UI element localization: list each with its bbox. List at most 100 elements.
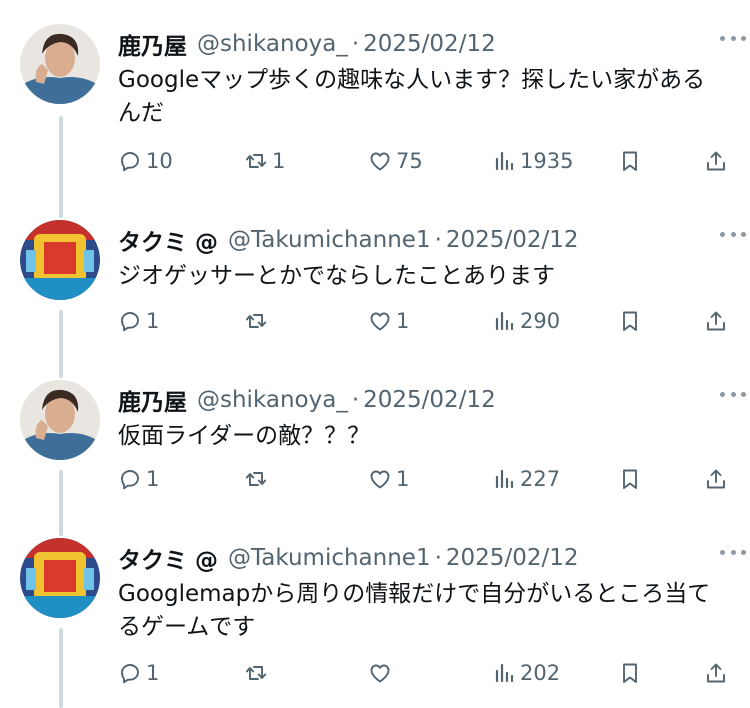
action-bar: 10 1 75 1935 [118, 144, 730, 178]
reply-count: 1 [146, 661, 160, 685]
retweet-button[interactable] [244, 304, 272, 338]
timestamp[interactable]: 2025/02/12 [363, 31, 496, 57]
share-icon [707, 151, 725, 171]
separator: · [434, 545, 442, 571]
like-count: 1 [396, 309, 410, 333]
retweet-button[interactable] [244, 656, 272, 690]
bookmark-icon [623, 151, 637, 171]
reply-button[interactable]: 1 [118, 304, 159, 338]
tweet-text: ジオゲッサーとかでならしたことあります [118, 263, 555, 289]
avatar[interactable] [20, 24, 100, 104]
action-bar: 1 202 [118, 656, 730, 690]
share-button[interactable] [704, 144, 728, 178]
share-icon [707, 663, 725, 683]
like-count: 75 [396, 149, 423, 173]
views-count: 202 [520, 661, 561, 685]
retweet-icon [245, 154, 267, 168]
retweet-icon [245, 472, 267, 486]
share-button[interactable] [704, 462, 728, 496]
more-options-icon[interactable] [720, 384, 746, 404]
thread-line [59, 470, 63, 536]
views-button[interactable]: 290 [492, 304, 560, 338]
avatar-woman-icon [20, 380, 100, 460]
display-name[interactable]: タクミ @ [118, 541, 218, 575]
reply-icon [121, 152, 139, 172]
views-count: 227 [520, 467, 561, 491]
views-icon [495, 663, 514, 683]
bookmark-icon [623, 311, 637, 331]
tweet-text: Googleマップ歩くの趣味な人います？探したい家があるんだ [118, 67, 706, 126]
views-button[interactable]: 227 [492, 462, 560, 496]
reply-count: 10 [146, 149, 173, 173]
bookmark-button[interactable] [618, 656, 642, 690]
reply-button[interactable]: 1 [118, 656, 159, 690]
share-icon [707, 311, 725, 331]
heart-icon [370, 470, 390, 489]
separator: · [434, 227, 442, 253]
more-options-icon[interactable] [720, 542, 746, 562]
avatar[interactable] [20, 220, 100, 300]
separator: · [351, 31, 360, 57]
more-options-icon[interactable] [720, 28, 746, 48]
reply-button[interactable]: 10 [118, 144, 173, 178]
reply-count: 1 [146, 309, 160, 333]
views-count: 1935 [520, 149, 574, 173]
views-button[interactable]: 202 [492, 656, 560, 690]
more-options-icon[interactable] [720, 224, 746, 244]
views-count: 290 [520, 309, 561, 333]
share-icon [707, 469, 725, 489]
avatar-woman-icon [20, 24, 100, 104]
thread-line [59, 116, 63, 218]
action-bar: 1 1 227 [118, 462, 730, 496]
retweet-icon [245, 666, 267, 680]
heart-icon [370, 312, 390, 331]
share-button[interactable] [704, 656, 728, 690]
views-icon [495, 311, 514, 331]
retweet-icon [245, 314, 267, 328]
user-handle[interactable]: @Takumichanne1 [228, 227, 431, 253]
separator: · [351, 387, 360, 413]
retweet-count: 1 [272, 149, 286, 173]
reply-count: 1 [146, 467, 160, 491]
like-button[interactable] [368, 656, 396, 690]
avatar-pachinko-icon [20, 538, 100, 618]
timestamp[interactable]: 2025/02/12 [363, 387, 496, 413]
reply-icon [121, 470, 139, 490]
user-handle[interactable]: @shikanoya_ [197, 31, 348, 57]
avatar[interactable] [20, 380, 100, 460]
retweet-button[interactable]: 1 [244, 144, 285, 178]
thread-line [59, 310, 63, 378]
avatar[interactable] [20, 538, 100, 618]
timestamp[interactable]: 2025/02/12 [446, 545, 579, 571]
bookmark-icon [623, 663, 637, 683]
like-button[interactable]: 1 [368, 462, 409, 496]
like-count: 1 [396, 467, 410, 491]
tweet-text: 仮面ライダーの敵？？？ [118, 423, 371, 449]
reply-icon [121, 312, 139, 332]
share-button[interactable] [704, 304, 728, 338]
timestamp[interactable]: 2025/02/12 [446, 227, 579, 253]
tweet-text: Googlemapから周りの情報だけで自分がいるところ当てるゲームです [118, 581, 711, 640]
display-name[interactable]: タクミ @ [118, 223, 218, 257]
bookmark-button[interactable] [618, 462, 642, 496]
views-button[interactable]: 1935 [492, 144, 573, 178]
bookmark-icon [623, 469, 637, 489]
reply-button[interactable]: 1 [118, 462, 159, 496]
thread-line [59, 628, 63, 708]
views-icon [495, 151, 514, 171]
heart-icon [370, 664, 390, 683]
reply-icon [121, 664, 139, 684]
action-bar: 1 1 290 [118, 304, 730, 338]
views-icon [495, 469, 514, 489]
like-button[interactable]: 1 [368, 304, 409, 338]
retweet-button[interactable] [244, 462, 272, 496]
display-name[interactable]: 鹿乃屋 [118, 27, 187, 61]
bookmark-button[interactable] [618, 144, 642, 178]
like-button[interactable]: 75 [368, 144, 423, 178]
user-handle[interactable]: @shikanoya_ [197, 387, 348, 413]
user-handle[interactable]: @Takumichanne1 [228, 545, 431, 571]
avatar-pachinko-icon [20, 220, 100, 300]
bookmark-button[interactable] [618, 304, 642, 338]
display-name[interactable]: 鹿乃屋 [118, 383, 187, 417]
heart-icon [370, 152, 390, 171]
